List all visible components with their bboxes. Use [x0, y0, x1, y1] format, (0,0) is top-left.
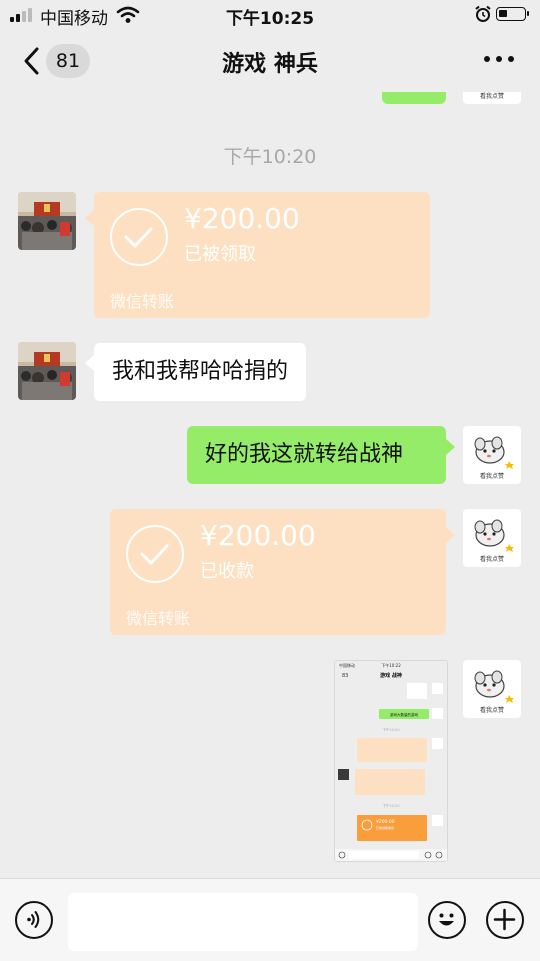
chat-header: 81 游戏 神兵: [0, 30, 540, 92]
contact-avatar[interactable]: [18, 342, 76, 400]
message-bubble[interactable]: 好的我这就转给战神: [187, 426, 446, 484]
message-bubble[interactable]: 我和我帮哈哈捐的: [94, 343, 307, 401]
battery-level-fill: [499, 10, 507, 17]
more-icon[interactable]: [484, 56, 516, 66]
transfer-card-received[interactable]: ¥200.00 已被领取 微信转账: [94, 192, 430, 318]
alarm-icon: [475, 5, 491, 22]
contact-avatar[interactable]: [18, 192, 76, 250]
svg-text:下午10:20: 下午10:20: [382, 803, 399, 808]
emoji-icon[interactable]: [428, 901, 466, 939]
avatar-caption: 看我点赞: [480, 92, 504, 100]
transfer-footer: 微信转账: [126, 609, 191, 628]
avatar-caption: 看我点赞: [480, 555, 504, 563]
transfer-status: 已收款: [200, 561, 254, 582]
self-avatar[interactable]: 看我点赞: [463, 92, 521, 104]
self-avatar[interactable]: 看我点赞: [463, 426, 521, 484]
svg-text:下午10:00: 下午10:00: [382, 727, 399, 732]
check-icon: [126, 525, 184, 583]
avatar-caption: 看我点赞: [480, 472, 504, 480]
svg-text:下午10:22: 下午10:22: [381, 662, 401, 668]
chat-title: 游戏 神兵: [222, 52, 318, 77]
svg-text:中国移动: 中国移动: [339, 662, 355, 668]
input-bar: [0, 878, 540, 961]
previous-message-bubble[interactable]: [382, 92, 446, 104]
self-avatar[interactable]: 看我点赞: [463, 660, 521, 718]
transfer-amount: ¥200.00: [200, 519, 316, 552]
timestamp-divider: 下午10:20: [223, 146, 317, 168]
svg-text:83: 83: [342, 673, 348, 679]
status-bar: 中国移动 下午10:25: [0, 0, 540, 30]
svg-text:已被领取收款: 已被领取收款: [376, 825, 394, 830]
self-avatar[interactable]: 看我点赞: [463, 509, 521, 567]
svg-text:游戏 战神: 游戏 战神: [380, 672, 402, 679]
transfer-card-sent[interactable]: ¥200.00 已收款 微信转账: [110, 509, 446, 635]
message-input[interactable]: [68, 893, 418, 951]
voice-icon[interactable]: [15, 901, 53, 939]
battery-icon: [496, 7, 529, 21]
svg-text:¥200.00: ¥200.00: [376, 819, 395, 825]
svg-text:游戏大数量的游戏: 游戏大数量的游戏: [390, 712, 418, 717]
plus-icon[interactable]: [486, 901, 524, 939]
check-icon: [110, 208, 168, 266]
transfer-footer: 微信转账: [110, 292, 175, 311]
image-message[interactable]: 中国移动 下午10:22 83 游戏 战神 游戏大数量的游戏 下午10:00 下…: [334, 660, 448, 862]
transfer-status: 已被领取: [184, 244, 256, 265]
avatar-caption: 看我点赞: [480, 706, 504, 714]
message-list[interactable]: 看我点赞 下午10:20 ¥200.00 已被领取 微信转账 我和我帮哈哈捐的 …: [0, 92, 540, 878]
clock: 下午10:25: [225, 9, 315, 29]
transfer-amount: ¥200.00: [184, 202, 300, 235]
